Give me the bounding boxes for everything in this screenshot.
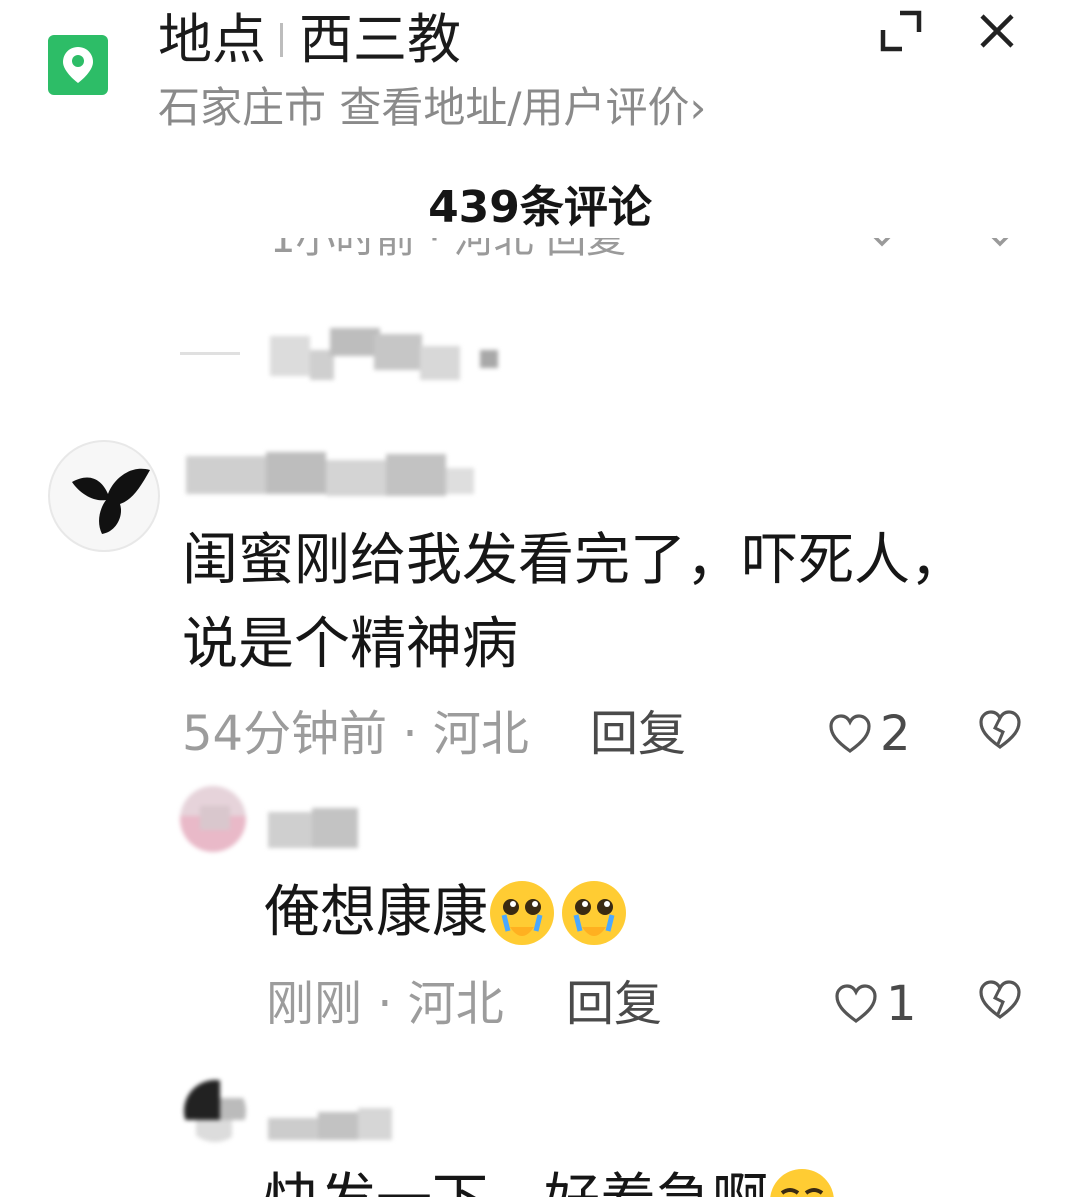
comment-text: 俺想康康 bbox=[264, 880, 488, 945]
comment-text: 说是个精神病 bbox=[182, 612, 518, 677]
avatar[interactable] bbox=[184, 1080, 246, 1142]
comment-text: 快发一下，好着急啊 bbox=[264, 1160, 768, 1197]
close-button[interactable] bbox=[976, 10, 1018, 52]
comment-text: 闺蜜刚给我发看完了，吓死人， bbox=[182, 528, 966, 593]
dislike-button[interactable] bbox=[978, 710, 1022, 754]
previous-comment-footer: 1小时前 · 河北 回复 bbox=[270, 238, 1030, 270]
heart-icon bbox=[835, 984, 877, 1023]
expand-button[interactable] bbox=[880, 10, 922, 52]
crying-face-icon bbox=[770, 1169, 834, 1197]
like-button[interactable]: 1 bbox=[834, 974, 917, 1034]
expand-replies-link[interactable] bbox=[270, 328, 510, 388]
butterfly-icon bbox=[72, 468, 150, 534]
expand-icon bbox=[880, 10, 922, 52]
username[interactable] bbox=[268, 806, 364, 850]
avatar[interactable] bbox=[48, 440, 160, 552]
username[interactable] bbox=[186, 452, 476, 498]
avatar[interactable] bbox=[180, 786, 246, 852]
heart-icon bbox=[829, 714, 871, 753]
location-label: 地点 bbox=[158, 8, 266, 71]
broken-heart-icon bbox=[979, 980, 1021, 1019]
location-pin-icon bbox=[48, 35, 108, 95]
title-separator bbox=[280, 23, 283, 57]
comment-meta: 刚刚 · 河北 bbox=[266, 976, 504, 1032]
location-title[interactable]: 地点 西三教 bbox=[158, 8, 461, 72]
dislike-button[interactable] bbox=[978, 980, 1022, 1024]
location-name: 西三教 bbox=[299, 8, 461, 71]
previous-comment-meta: 1小时前 · 河北 回复 bbox=[270, 238, 627, 262]
like-button[interactable]: 2 bbox=[828, 704, 911, 764]
expand-replies-line bbox=[180, 352, 240, 355]
view-address-reviews-link[interactable]: 石家庄市 查看地址/用户评价› bbox=[158, 82, 706, 134]
pleading-crying-face-icon bbox=[562, 881, 626, 945]
like-count: 2 bbox=[880, 706, 911, 762]
reply-text-row: 俺想康康 bbox=[264, 872, 628, 954]
pleading-crying-face-icon bbox=[490, 881, 554, 945]
username[interactable] bbox=[268, 1104, 398, 1142]
chevron-down-icon[interactable] bbox=[980, 238, 1020, 254]
like-count: 1 bbox=[886, 976, 917, 1032]
broken-heart-icon bbox=[979, 710, 1021, 749]
comment-meta: 54分钟前 · 河北 bbox=[182, 706, 529, 762]
reply-button[interactable]: 回复 bbox=[590, 704, 686, 764]
chevron-down-icon[interactable] bbox=[862, 238, 902, 254]
partial-comment: 快发一下，好着急啊 bbox=[264, 1160, 1080, 1197]
reply-button[interactable]: 回复 bbox=[566, 974, 662, 1034]
close-icon bbox=[980, 14, 1014, 48]
comment-count: 439条评论 bbox=[428, 182, 652, 233]
